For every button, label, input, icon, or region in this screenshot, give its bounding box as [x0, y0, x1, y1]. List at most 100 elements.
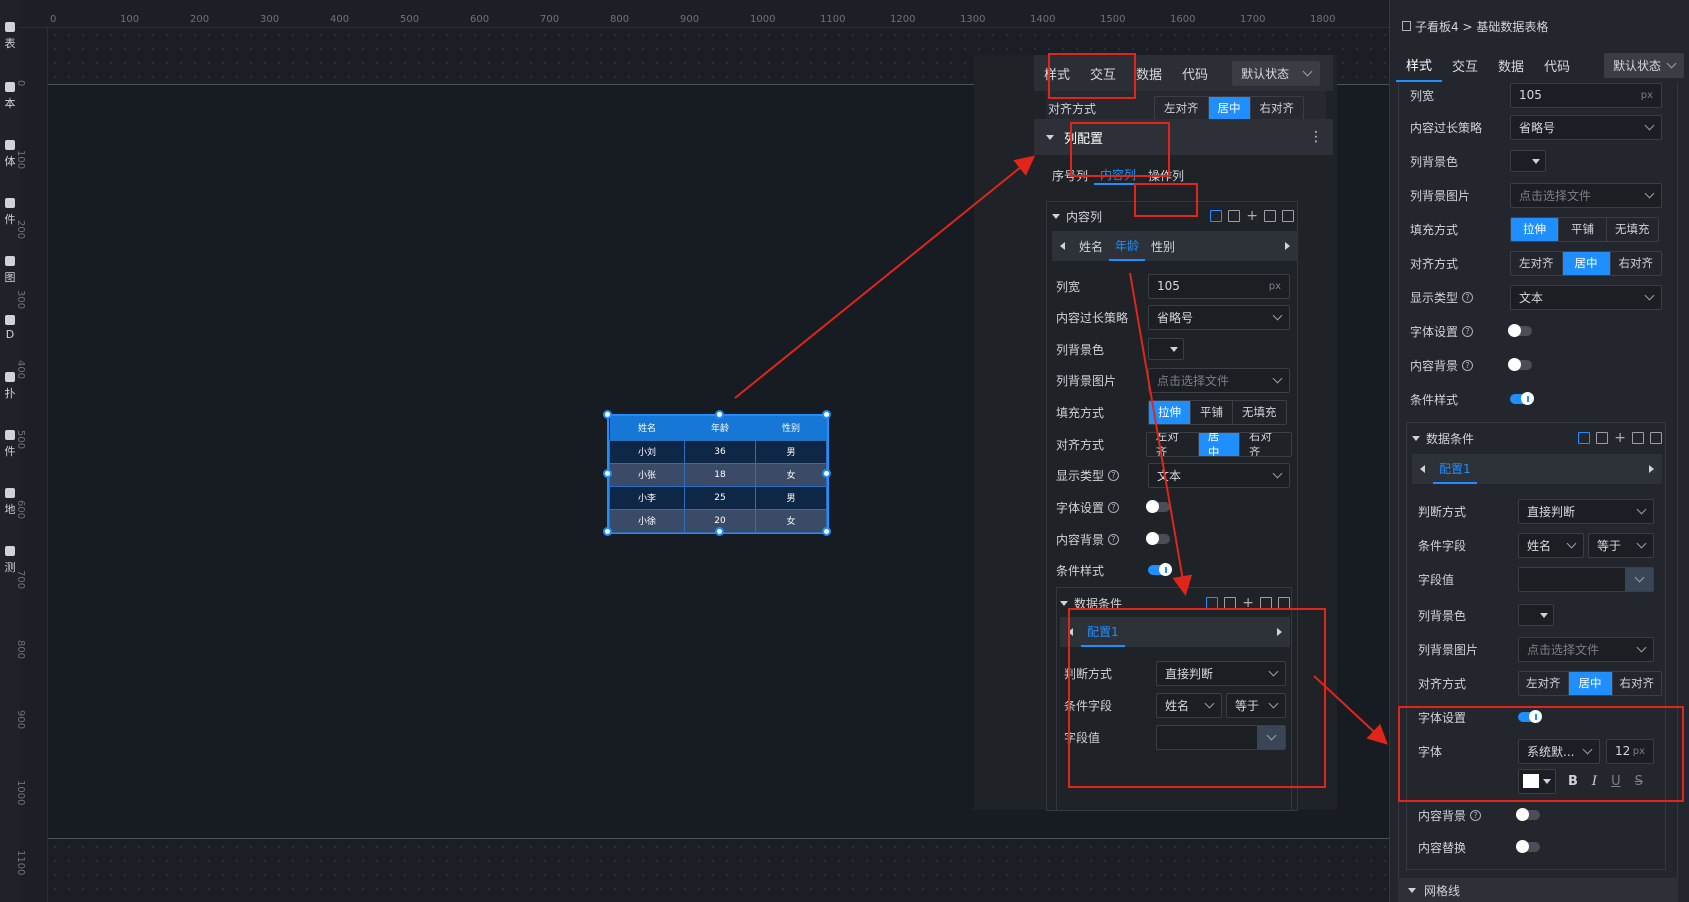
col-bg-image-select[interactable]: 点击选择文件: [1518, 636, 1654, 662]
next-arrow-icon[interactable]: [1649, 465, 1654, 473]
font-family-select[interactable]: 系统默...: [1518, 738, 1600, 764]
content-bg2-toggle[interactable]: [1516, 808, 1540, 821]
tab-config-1[interactable]: 配置1: [1081, 617, 1125, 647]
next-arrow-icon[interactable]: [1277, 628, 1282, 636]
column-config-header[interactable]: 列配置 ⋮: [1034, 119, 1333, 155]
display-type-select[interactable]: 文本: [1148, 462, 1290, 488]
resize-handle-se[interactable]: [822, 527, 831, 536]
tab-code[interactable]: 代码: [1172, 55, 1218, 91]
resize-handle-w[interactable]: [603, 469, 612, 478]
subtab-age[interactable]: 年龄: [1109, 231, 1146, 261]
col-width-input[interactable]: 105 px: [1510, 82, 1662, 108]
fill-none-option[interactable]: 无填充: [1607, 218, 1658, 241]
delete-icon[interactable]: [1278, 597, 1290, 609]
bold-icon[interactable]: B: [1568, 774, 1578, 789]
toolbar-item-graph[interactable]: 图: [0, 252, 20, 288]
align-left-option[interactable]: 左对齐: [1155, 96, 1209, 120]
display-type-select[interactable]: 文本: [1510, 284, 1662, 310]
font-setting-toggle[interactable]: [1146, 500, 1170, 513]
add-icon[interactable]: +: [1246, 209, 1258, 223]
align-right-option[interactable]: 右对齐: [1240, 433, 1291, 456]
italic-icon[interactable]: I: [1592, 774, 1597, 789]
layout-icon[interactable]: [1206, 597, 1219, 609]
prev-arrow-icon[interactable]: [1060, 242, 1065, 250]
more-icon[interactable]: ⋮: [1309, 129, 1323, 145]
subtab-gender[interactable]: 性别: [1145, 231, 1181, 261]
overflow-select[interactable]: 省略号: [1148, 304, 1290, 330]
cond-field-select[interactable]: 姓名: [1156, 692, 1222, 718]
overflow-select[interactable]: 省略号: [1510, 114, 1662, 140]
bg-color-picker[interactable]: [1510, 150, 1546, 172]
tab-content-column[interactable]: 内容列: [1094, 166, 1143, 185]
col-bg-color-picker[interactable]: [1518, 604, 1554, 626]
copy-icon[interactable]: [1260, 597, 1272, 609]
content-bg-toggle[interactable]: [1146, 532, 1170, 545]
help-icon[interactable]: ?: [1108, 533, 1120, 545]
bg-image-select[interactable]: 点击选择文件: [1148, 367, 1290, 393]
fill-stretch-option[interactable]: 拉伸: [1149, 400, 1191, 424]
resize-handle-n[interactable]: [715, 410, 724, 419]
strikethrough-icon[interactable]: S: [1635, 774, 1643, 789]
field-value-select[interactable]: [1156, 724, 1286, 750]
resize-handle-e[interactable]: [822, 469, 831, 478]
help-icon[interactable]: ?: [1108, 501, 1120, 513]
resize-handle-s[interactable]: [715, 527, 724, 536]
font-setting-toggle[interactable]: [1508, 324, 1532, 337]
tab-code[interactable]: 代码: [1534, 48, 1580, 82]
tab-action-column[interactable]: 操作列: [1142, 167, 1190, 184]
align-segmented[interactable]: 左对齐 居中 右对齐: [1154, 95, 1304, 121]
fill-tile-option[interactable]: 平铺: [1559, 217, 1607, 241]
align-center-option[interactable]: 居中: [1198, 432, 1240, 456]
cond-style-toggle[interactable]: [1510, 392, 1534, 405]
breadcrumb-text[interactable]: 子看板4 > 基础数据表格: [1415, 18, 1548, 35]
add-icon[interactable]: +: [1242, 596, 1254, 610]
content-replace-toggle[interactable]: [1516, 840, 1540, 853]
align-right-option[interactable]: 右对齐: [1613, 672, 1662, 695]
help-icon[interactable]: ?: [1462, 325, 1474, 337]
align-center-option[interactable]: 居中: [1568, 671, 1613, 695]
layout-icon[interactable]: [1210, 210, 1223, 222]
fill-none-option[interactable]: 无填充: [1233, 401, 1286, 424]
col-width-input[interactable]: 105 px: [1148, 273, 1290, 299]
help-icon[interactable]: ?: [1470, 809, 1482, 821]
help-icon[interactable]: ?: [1462, 291, 1474, 303]
fill-segmented[interactable]: 拉伸 平铺 无填充: [1510, 216, 1659, 242]
bg-color-picker[interactable]: [1148, 338, 1184, 360]
tab-data[interactable]: 数据: [1488, 48, 1534, 82]
prev-arrow-icon[interactable]: [1420, 465, 1425, 473]
delete-icon[interactable]: [1282, 210, 1294, 222]
align-right-option[interactable]: 右对齐: [1251, 97, 1304, 120]
tab-config-1[interactable]: 配置1: [1433, 454, 1477, 484]
fill-segmented[interactable]: 拉伸 平铺 无填充: [1148, 399, 1287, 425]
grid-lines-header[interactable]: 网格线: [1398, 878, 1678, 902]
tab-interaction[interactable]: 交互: [1080, 55, 1126, 91]
copy-icon[interactable]: [1264, 210, 1276, 222]
layout-icon[interactable]: [1578, 432, 1591, 444]
content-bg-toggle[interactable]: [1508, 358, 1532, 371]
align2-segmented[interactable]: 左对齐 居中 右对齐: [1145, 431, 1292, 457]
add-icon[interactable]: +: [1614, 431, 1626, 445]
state-select[interactable]: 默认状态: [1604, 52, 1684, 78]
tab-style[interactable]: 样式: [1396, 48, 1443, 82]
resize-handle-ne[interactable]: [822, 410, 831, 419]
cond-style-toggle[interactable]: [1148, 563, 1172, 576]
help-icon[interactable]: ?: [1462, 359, 1474, 371]
data-table-widget[interactable]: 姓名 年龄 性别 小刘 36 男 小张 18 女 小李 25 男 小徐 20 女: [603, 410, 831, 536]
align-right-option[interactable]: 右对齐: [1611, 252, 1662, 275]
grid-icon[interactable]: [1596, 432, 1609, 444]
next-arrow-icon[interactable]: [1285, 242, 1290, 250]
state-select[interactable]: 默认状态: [1232, 60, 1321, 86]
resize-handle-sw[interactable]: [603, 527, 612, 536]
judge-select[interactable]: 直接判断: [1518, 498, 1654, 524]
grid-icon[interactable]: [1228, 210, 1241, 222]
field-value-select[interactable]: [1518, 566, 1654, 592]
font-setting2-toggle[interactable]: [1518, 710, 1542, 723]
underline-icon[interactable]: U: [1611, 774, 1621, 789]
toolbar-item-3d[interactable]: D: [0, 310, 20, 346]
font-color-picker[interactable]: [1518, 768, 1556, 794]
resize-handle-nw[interactable]: [603, 410, 612, 419]
align-center-option[interactable]: 居中: [1562, 251, 1611, 275]
align-left-option[interactable]: 左对齐: [1519, 671, 1569, 695]
copy-icon[interactable]: [1632, 432, 1644, 444]
delete-icon[interactable]: [1650, 432, 1662, 444]
